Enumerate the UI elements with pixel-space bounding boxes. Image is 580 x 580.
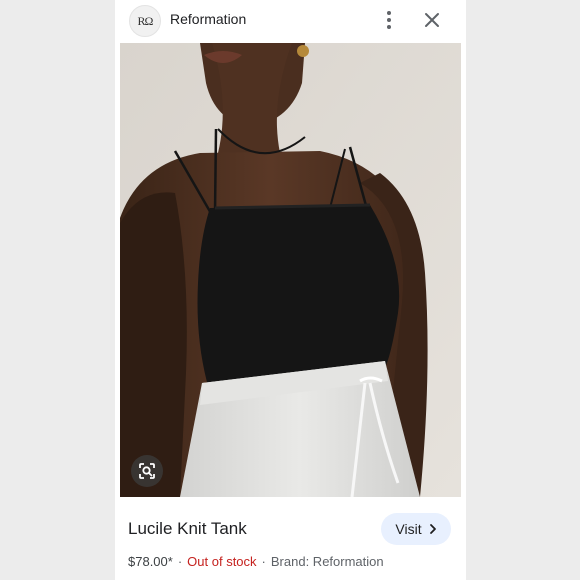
product-title: Lucile Knit Tank: [128, 519, 247, 538]
product-detail-panel: RΩ Reformation Lucile Knit Tank Visit $7…: [115, 0, 466, 580]
background-right: [466, 0, 580, 580]
product-image[interactable]: [120, 43, 461, 497]
price: $78.00*: [128, 554, 173, 569]
source-name[interactable]: Reformation: [170, 11, 246, 27]
brand: Brand: Reformation: [270, 554, 384, 569]
product-meta: $78.00* · Out of stock · Brand: Reformation: [128, 554, 384, 569]
visit-label: Visit: [395, 521, 422, 537]
background-left: [0, 0, 115, 580]
more-vert-icon[interactable]: [379, 8, 399, 32]
stock-status: Out of stock: [187, 554, 257, 569]
visit-button[interactable]: Visit: [381, 513, 451, 545]
source-logo[interactable]: RΩ: [129, 5, 161, 37]
meta-separator: ·: [177, 554, 183, 569]
product-photo-illustration: [120, 43, 461, 497]
chevron-right-icon: [429, 524, 436, 534]
header: RΩ Reformation: [115, 0, 466, 42]
meta-separator: ·: [261, 554, 266, 569]
lens-search-icon[interactable]: [131, 455, 163, 487]
close-icon[interactable]: [421, 9, 443, 31]
